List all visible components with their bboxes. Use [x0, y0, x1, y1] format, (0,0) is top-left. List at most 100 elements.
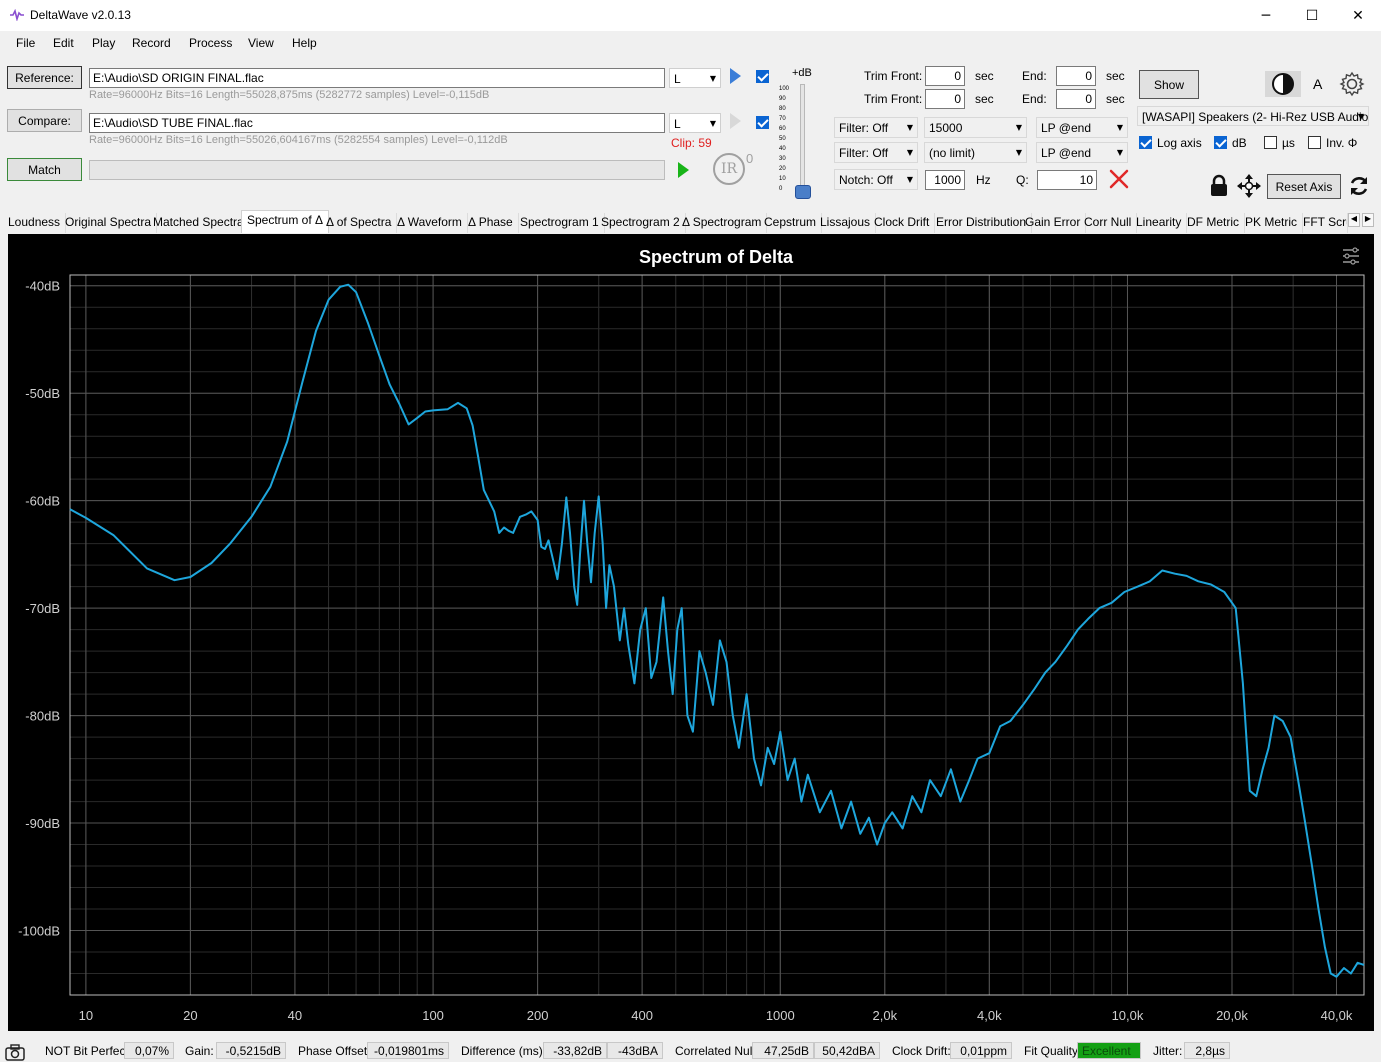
menu-play[interactable]: Play [92, 36, 115, 50]
us-checkbox[interactable] [1264, 136, 1277, 149]
compare-info: Rate=96000Hz Bits=16 Length=55026,604167… [89, 134, 508, 146]
y-tick-label: -60dB [25, 494, 60, 509]
notch-freq-input[interactable]: 1000 [925, 170, 965, 190]
filter1-lp-select[interactable]: LP @end ▼ [1036, 117, 1128, 138]
tab-loudness[interactable]: Loudness [3, 213, 67, 233]
clock-drift-label: Clock Drift: [892, 1044, 951, 1058]
compare-path-field[interactable]: E:\Audio\SD TUBE FINAL.flac [89, 113, 665, 133]
menu-file[interactable]: File [16, 36, 35, 50]
output-device-select[interactable]: [WASAPI] Speakers (2- Hi-Rez USB Audio b… [1137, 106, 1369, 126]
compare-trim-front-input[interactable]: 0 [925, 89, 965, 109]
tab-matched-spectra[interactable]: Matched Spectra [148, 213, 250, 233]
chart-settings-icon[interactable] [1343, 247, 1359, 265]
pan-move-icon[interactable] [1236, 173, 1262, 199]
bit-perfect-value: 0,07% [124, 1042, 174, 1059]
menu-edit[interactable]: Edit [53, 36, 74, 50]
tab-delta-of-spectra[interactable]: Δ of Spectra [321, 213, 398, 233]
trim-unit: sec [1106, 69, 1125, 83]
tab-spectrum-of-delta[interactable]: Spectrum of Δ [241, 210, 330, 233]
maximize-button[interactable]: ☐ [1289, 0, 1335, 31]
tab-delta-spectrogram[interactable]: Δ Spectrogram [677, 213, 768, 233]
jitter-value: 2,8µs [1184, 1042, 1230, 1059]
volume-tick: 20 [779, 166, 786, 172]
q-input[interactable]: 10 [1037, 170, 1097, 190]
play-match-icon[interactable] [674, 160, 692, 180]
clear-filters-icon[interactable] [1108, 168, 1130, 190]
show-button[interactable]: Show [1139, 70, 1199, 99]
ir-button[interactable]: IR [713, 153, 745, 185]
reference-trim-front-input[interactable]: 0 [925, 66, 965, 86]
lock-icon[interactable] [1208, 174, 1230, 198]
spectrum-chart[interactable]: Spectrum of Delta -40dB -50dB -60dB -70dB -8… [8, 234, 1374, 1031]
reference-enabled-checkbox[interactable] [756, 70, 769, 83]
close-window-button[interactable]: ✕ [1335, 0, 1381, 31]
tab-scroll-left-button[interactable]: ◀ [1348, 213, 1360, 227]
compare-button[interactable]: Compare: [7, 109, 82, 132]
volume-track [800, 84, 805, 192]
reference-channel-value: L [674, 72, 681, 86]
tab-spectrogram-2[interactable]: Spectrogram 2 [596, 213, 686, 233]
log-axis-label: Log axis [1157, 136, 1202, 150]
log-axis-checkbox[interactable] [1139, 136, 1152, 149]
play-reference-icon[interactable] [727, 67, 743, 85]
settings-gear-icon[interactable] [1339, 71, 1365, 97]
trim-unit: sec [975, 69, 994, 83]
match-button[interactable]: Match [7, 158, 82, 181]
tab-delta-phase[interactable]: Δ Phase [463, 213, 519, 233]
compare-channel-select[interactable]: L ▼ [669, 113, 721, 133]
tab-scroll-right-button[interactable]: ▶ [1362, 213, 1374, 227]
filter2-lp-select[interactable]: LP @end ▼ [1036, 142, 1128, 163]
a-weighting-label[interactable]: A [1313, 76, 1322, 92]
minimize-button[interactable]: ─ [1243, 0, 1289, 31]
delta-spectrum-line [69, 283, 1365, 978]
output-device-value: [WASAPI] Speakers (2- Hi-Rez USB Audio b [1142, 110, 1369, 124]
tab-delta-waveform[interactable]: Δ Waveform [392, 213, 468, 233]
plot-border [69, 274, 1365, 996]
tab-error-distribution[interactable]: Error Distribution [931, 213, 1033, 233]
reference-channel-select[interactable]: L ▼ [669, 68, 721, 88]
play-compare-icon[interactable] [727, 112, 743, 130]
tab-clock-drift[interactable]: Clock Drift [869, 213, 936, 233]
filter2-select[interactable]: Filter: Off ▼ [834, 142, 918, 163]
minor-grid [69, 275, 1364, 995]
invert-phase-checkbox[interactable] [1308, 136, 1321, 149]
reset-axis-button[interactable]: Reset Axis [1267, 174, 1341, 199]
tab-fft-scrub[interactable]: FFT Scru [1298, 213, 1348, 233]
difference-label: Difference (ms): [461, 1044, 547, 1058]
tab-linearity[interactable]: Linearity [1131, 213, 1188, 233]
tab-original-spectra[interactable]: Original Spectra [60, 213, 158, 233]
tab-gain-error[interactable]: Gain Error [1020, 213, 1087, 233]
tab-cepstrum[interactable]: Cepstrum [759, 213, 823, 233]
menu-process[interactable]: Process [189, 36, 232, 50]
contrast-icon[interactable] [1265, 71, 1301, 97]
menu-help[interactable]: Help [292, 36, 317, 50]
filter2-freq-value: (no limit) [929, 146, 976, 160]
filter1-select[interactable]: Filter: Off ▼ [834, 117, 918, 138]
tab-pk-metric[interactable]: PK Metric [1240, 213, 1304, 233]
tab-df-metric[interactable]: DF Metric [1182, 213, 1245, 233]
volume-tick: 80 [779, 106, 786, 112]
notch-select[interactable]: Notch: Off ▼ [834, 169, 918, 190]
chevron-down-icon: ▼ [709, 74, 716, 83]
tab-corr-null[interactable]: Corr Null [1079, 213, 1138, 233]
chart-panel[interactable]: Spectrum of Delta -40dB -50dB -60dB -70dB -8… [8, 234, 1374, 1031]
clip-count: Clip: 59 [671, 136, 712, 150]
reference-trim-end-input[interactable]: 0 [1056, 66, 1096, 86]
compare-trim-end-input[interactable]: 0 [1056, 89, 1096, 109]
reference-info: Rate=96000Hz Bits=16 Length=55028,875ms … [89, 89, 490, 101]
reference-button[interactable]: Reference: [7, 66, 82, 89]
compare-channel-value: L [674, 117, 681, 131]
volume-slider-thumb[interactable] [795, 185, 811, 199]
tab-lissajous[interactable]: Lissajous [815, 213, 877, 233]
menu-record[interactable]: Record [132, 36, 171, 50]
menu-view[interactable]: View [248, 36, 274, 50]
notch-unit: Hz [976, 173, 991, 187]
db-checkbox[interactable] [1214, 136, 1227, 149]
tab-spectrogram-1[interactable]: Spectrogram 1 [515, 213, 605, 233]
filter2-freq-select[interactable]: (no limit) ▼ [924, 142, 1027, 163]
compare-enabled-checkbox[interactable] [756, 116, 769, 129]
filter1-freq-select[interactable]: 15000 ▼ [924, 117, 1027, 138]
reference-path-field[interactable]: E:\Audio\SD ORIGIN FINAL.flac [89, 68, 665, 88]
refresh-icon[interactable] [1347, 174, 1371, 198]
camera-icon[interactable] [4, 1043, 26, 1061]
